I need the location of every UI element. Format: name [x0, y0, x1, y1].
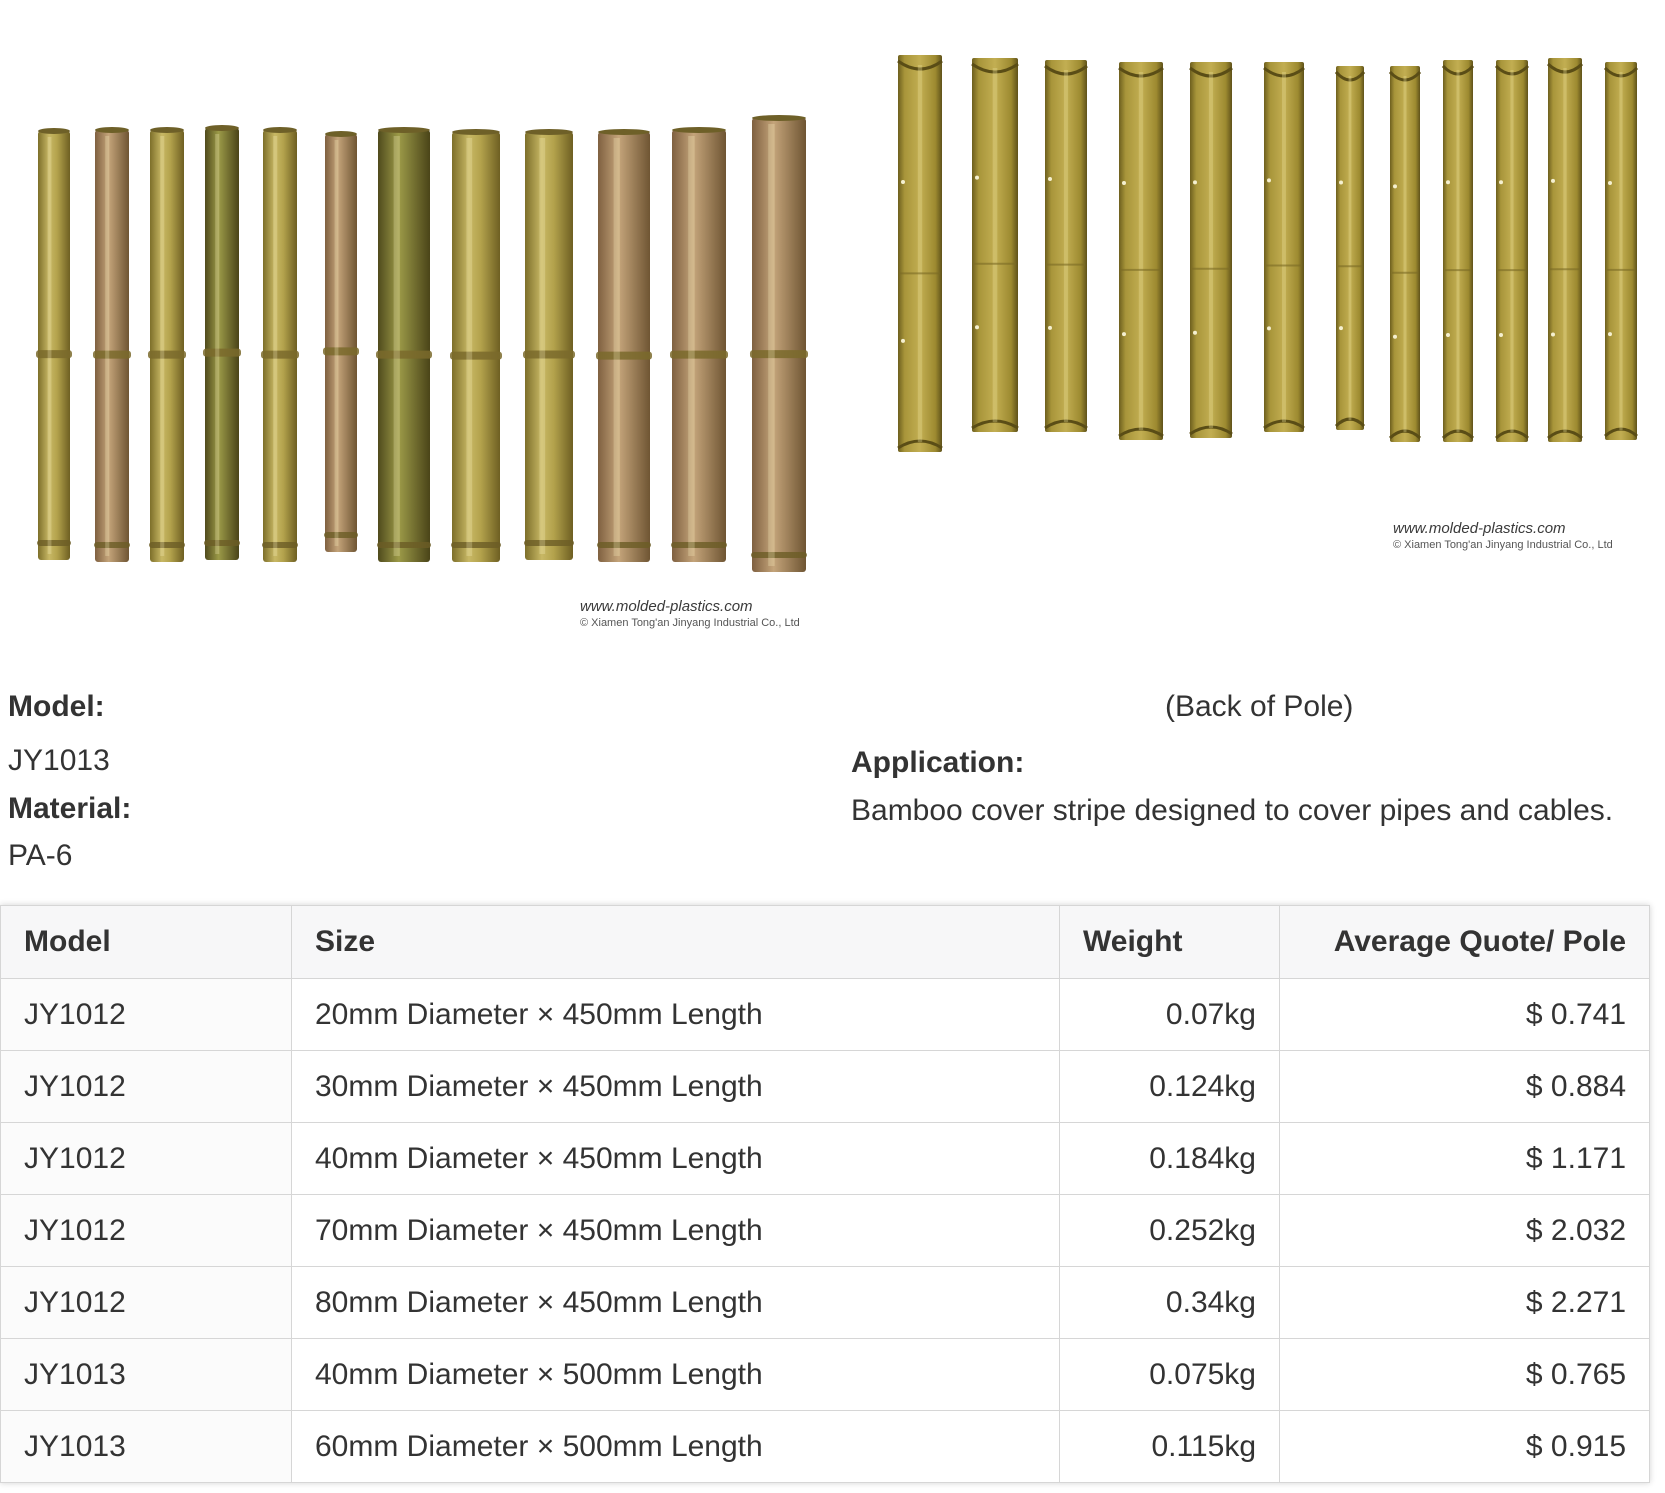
cell-model: JY1012 [0, 1122, 292, 1195]
table-row: JY1012 20mm Diameter × 450mm Length 0.07… [0, 978, 1650, 1051]
bamboo-channel-back [1118, 62, 1164, 440]
cell-weight: 0.075kg [1059, 1338, 1280, 1411]
bamboo-pole-front [750, 115, 808, 572]
cell-size: 80mm Diameter × 450mm Length [291, 1266, 1060, 1339]
bamboo-pole-front [376, 127, 432, 562]
back-image-watermark: www.molded-plastics.com © Xiamen Tong'an… [1393, 520, 1613, 553]
cell-size: 40mm Diameter × 500mm Length [291, 1338, 1060, 1411]
watermark-copyright: © Xiamen Tong'an Jinyang Industrial Co.,… [580, 616, 800, 629]
bamboo-channel-back [897, 55, 943, 452]
bamboo-channel-back [971, 58, 1019, 432]
bamboo-poles-front-image [0, 30, 850, 640]
application-label: Application: [851, 746, 1025, 779]
bamboo-poles-back-image [880, 40, 1665, 570]
bamboo-channel-back [1044, 60, 1088, 432]
cell-weight: 0.115kg [1059, 1410, 1280, 1483]
cell-quote: $ 0.741 [1279, 978, 1650, 1051]
bamboo-pole-front [670, 127, 728, 562]
table-row: JY1013 60mm Diameter × 500mm Length 0.11… [0, 1410, 1650, 1483]
cell-quote: $ 0.915 [1279, 1410, 1650, 1483]
cell-quote: $ 1.171 [1279, 1122, 1650, 1195]
bamboo-channel-back [1263, 62, 1305, 432]
cell-weight: 0.124kg [1059, 1050, 1280, 1123]
cell-model: JY1012 [0, 1194, 292, 1267]
bamboo-channel-back [1388, 66, 1422, 442]
bamboo-pole-front [450, 129, 502, 562]
table-header-row: Model Size Weight Average Quote/ Pole [0, 905, 1650, 979]
bamboo-channel-back [1189, 62, 1233, 438]
cell-quote: $ 0.884 [1279, 1050, 1650, 1123]
table-row: JY1012 30mm Diameter × 450mm Length 0.12… [0, 1050, 1650, 1123]
cell-quote: $ 2.271 [1279, 1266, 1650, 1339]
header-average-quote: Average Quote/ Pole [1279, 905, 1650, 979]
material-value: PA-6 [8, 839, 73, 872]
cell-weight: 0.07kg [1059, 978, 1280, 1051]
cell-model: JY1013 [0, 1410, 292, 1483]
bamboo-channel-back [1603, 62, 1639, 440]
header-weight: Weight [1059, 905, 1280, 979]
cell-weight: 0.184kg [1059, 1122, 1280, 1195]
table-row: JY1012 70mm Diameter × 450mm Length 0.25… [0, 1194, 1650, 1267]
bamboo-pole-front [261, 127, 299, 562]
header-model: Model [0, 905, 292, 979]
table-row: JY1013 40mm Diameter × 500mm Length 0.07… [0, 1338, 1650, 1411]
cell-weight: 0.34kg [1059, 1266, 1280, 1339]
material-label: Material: [8, 792, 132, 825]
watermark-url: www.molded-plastics.com [580, 598, 753, 615]
application-value: Bamboo cover stripe designed to cover pi… [851, 794, 1614, 827]
cell-model: JY1012 [0, 1050, 292, 1123]
cell-size: 30mm Diameter × 450mm Length [291, 1050, 1060, 1123]
bamboo-channel-back [1494, 60, 1530, 442]
table-row: JY1012 80mm Diameter × 450mm Length 0.34… [0, 1266, 1650, 1339]
bamboo-pole-front [596, 129, 652, 562]
bamboo-pole-front [203, 125, 241, 560]
bamboo-channel-back [1546, 58, 1584, 442]
model-label: Model: [8, 690, 105, 723]
table-row: JY1012 40mm Diameter × 450mm Length 0.18… [0, 1122, 1650, 1195]
cell-model: JY1012 [0, 1266, 292, 1339]
watermark-copyright: © Xiamen Tong'an Jinyang Industrial Co.,… [1393, 538, 1613, 551]
front-image-watermark: www.molded-plastics.com © Xiamen Tong'an… [580, 598, 800, 631]
bamboo-pole-front [148, 127, 186, 562]
cell-weight: 0.252kg [1059, 1194, 1280, 1267]
bamboo-channel-back [1334, 66, 1366, 430]
cell-size: 20mm Diameter × 450mm Length [291, 978, 1060, 1051]
price-table: Model Size Weight Average Quote/ Pole JY… [0, 905, 1650, 1483]
bamboo-pole-front [323, 131, 359, 552]
cell-size: 60mm Diameter × 500mm Length [291, 1410, 1060, 1483]
model-value: JY1013 [8, 744, 110, 777]
cell-model: JY1013 [0, 1338, 292, 1411]
back-of-pole-caption: (Back of Pole) [1165, 690, 1354, 723]
cell-quote: $ 2.032 [1279, 1194, 1650, 1267]
cell-quote: $ 0.765 [1279, 1338, 1650, 1411]
bamboo-pole-front [36, 128, 72, 560]
cell-size: 40mm Diameter × 450mm Length [291, 1122, 1060, 1195]
bamboo-pole-front [93, 127, 131, 562]
cell-model: JY1012 [0, 978, 292, 1051]
bamboo-channel-back [1441, 60, 1475, 442]
watermark-url: www.molded-plastics.com [1393, 520, 1566, 537]
bamboo-pole-front [523, 129, 575, 560]
header-size: Size [291, 905, 1060, 979]
cell-size: 70mm Diameter × 450mm Length [291, 1194, 1060, 1267]
